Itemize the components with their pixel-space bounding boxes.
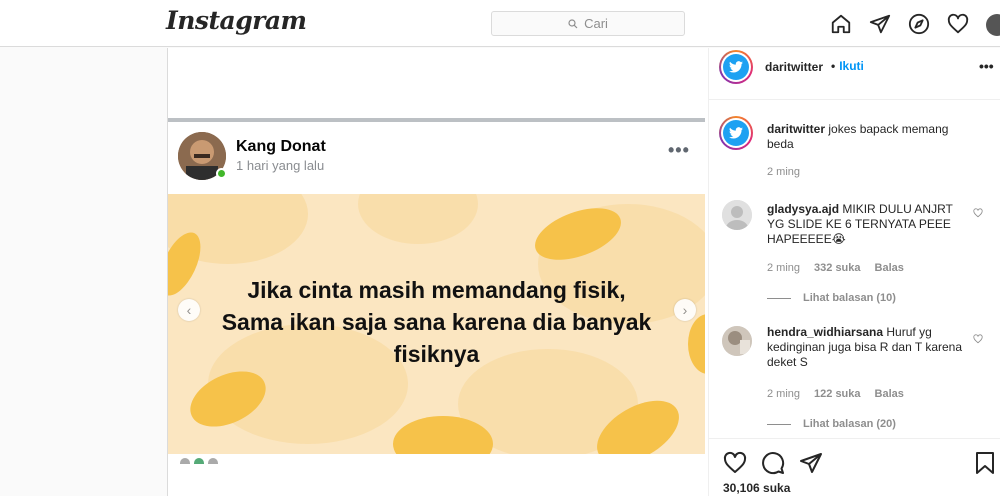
follow-label: Ikuti <box>839 59 864 73</box>
top-navigation-bar: Instagram Cari <box>0 0 1000 47</box>
search-icon <box>568 18 578 28</box>
view-replies-label: Lihat balasan (20) <box>803 418 896 430</box>
like-heart-icon[interactable] <box>723 451 747 475</box>
meme-caption: Jika cinta masih memandang fisik, Sama i… <box>168 274 705 370</box>
bookmark-icon[interactable] <box>975 451 995 475</box>
account-username[interactable]: daritwitter <box>765 60 823 74</box>
comment-likes[interactable]: 332 suka <box>814 262 860 274</box>
reply-button[interactable]: Balas <box>875 262 904 274</box>
comment-time: 2 ming <box>767 262 801 274</box>
send-icon[interactable] <box>867 11 892 36</box>
comment-time: 2 ming <box>767 388 801 400</box>
post-action-bar: 30,106 suka <box>709 438 1000 496</box>
caption-avatar[interactable] <box>719 116 753 150</box>
view-replies-button[interactable]: Lihat balasan (20) <box>767 418 896 430</box>
share-send-icon[interactable] <box>799 451 823 475</box>
explore-icon[interactable] <box>906 11 931 36</box>
view-replies-label: Lihat balasan (10) <box>803 292 896 304</box>
facebook-post-screenshot: Kang Donat 1 hari yang lalu ••• Jika cin… <box>168 118 705 496</box>
search-placeholder: Cari <box>584 16 608 31</box>
reaction-icons <box>180 458 218 464</box>
account-avatar[interactable] <box>719 50 753 84</box>
caption-username[interactable]: daritwitter <box>767 122 825 136</box>
author-name: Kang Donat <box>236 138 326 155</box>
twitter-bird-icon <box>729 61 743 73</box>
comment-likes[interactable]: 122 suka <box>814 388 860 400</box>
commenter-avatar[interactable] <box>722 326 752 356</box>
search-input[interactable]: Cari <box>491 11 685 36</box>
comment-text: hendra_widhiarsana Huruf yg kedinginan j… <box>767 325 967 370</box>
meme-line-3: fisiknya <box>393 341 480 367</box>
post-time: 1 hari yang lalu <box>236 158 325 173</box>
caption-meta: 2 ming <box>767 166 800 178</box>
comment-bubble-icon[interactable] <box>761 451 785 475</box>
like-comment-heart-icon[interactable] <box>973 208 983 218</box>
reply-button[interactable]: Balas <box>875 388 904 400</box>
post-actions <box>723 451 823 475</box>
like-comment-heart-icon[interactable] <box>973 334 983 344</box>
meme-line-1: Jika cinta masih memandang fisik, <box>247 277 626 303</box>
online-indicator <box>216 168 227 179</box>
more-options-icon: ••• <box>668 140 690 160</box>
next-slide-button[interactable]: › <box>674 299 696 321</box>
comment-meta: 2 ming 122 suka Balas <box>767 388 904 400</box>
previous-slide-button[interactable]: ‹ <box>178 299 200 321</box>
nav-icons <box>828 11 1000 36</box>
meme-image: Jika cinta masih memandang fisik, Sama i… <box>168 194 705 454</box>
commenter-avatar[interactable] <box>722 200 752 230</box>
view-replies-button[interactable]: Lihat balasan (10) <box>767 292 896 304</box>
comment-username[interactable]: hendra_widhiarsana <box>767 325 883 339</box>
caption-text: daritwitter jokes bapack memang beda <box>767 122 967 152</box>
comment-username[interactable]: gladysya.ajd <box>767 202 839 216</box>
post-options-icon[interactable]: ••• <box>979 58 994 74</box>
post-sidebar: daritwitter • Ikuti ••• daritwitter jokes… <box>708 48 1000 496</box>
caption-time: 2 ming <box>767 166 801 178</box>
comment-meta: 2 ming 332 suka Balas <box>767 262 904 274</box>
instagram-logo[interactable]: Instagram <box>166 6 307 35</box>
follow-button[interactable]: • Ikuti <box>831 59 864 73</box>
meme-line-2: Sama ikan saja sana karena dia banyak <box>221 309 652 335</box>
activity-heart-icon[interactable] <box>945 11 970 36</box>
home-icon[interactable] <box>828 11 853 36</box>
comment-text: gladysya.ajd MIKIR DULU ANJRT YG SLIDE K… <box>767 202 967 247</box>
separator-dot: • <box>831 59 836 73</box>
post-header: daritwitter • Ikuti ••• <box>709 48 1000 100</box>
profile-avatar[interactable] <box>984 11 1000 36</box>
likes-count[interactable]: 30,106 suka <box>723 481 790 495</box>
twitter-bird-icon <box>729 127 743 139</box>
